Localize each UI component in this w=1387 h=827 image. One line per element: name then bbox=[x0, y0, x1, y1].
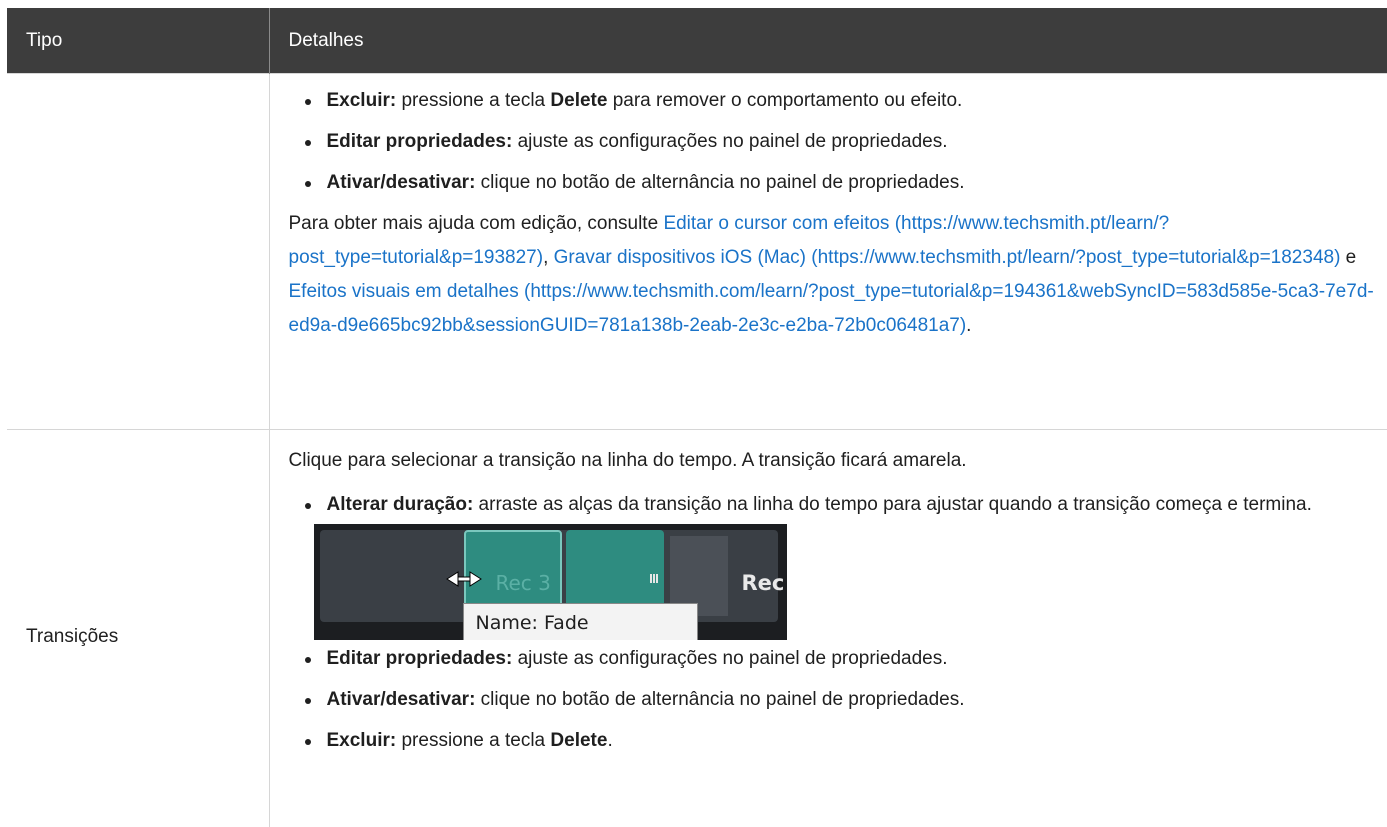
transition-tooltip: Name: Fade bbox=[462, 603, 698, 640]
list-item: Alterar duração: arraste as alças da tra… bbox=[304, 488, 1376, 522]
list-item: Excluir: pressione a tecla Delete para r… bbox=[304, 84, 1376, 118]
key-name: Delete bbox=[550, 730, 608, 751]
period: . bbox=[966, 315, 972, 336]
bullet-term: Excluir: bbox=[326, 730, 397, 751]
list-item: Excluir: pressione a tecla Delete. bbox=[304, 724, 1376, 758]
link-visual-effects-details[interactable]: Efeitos visuais em detalhes (https://www… bbox=[289, 281, 1374, 336]
bullet-text: . bbox=[607, 730, 613, 751]
bullet-list: Excluir: pressione a tecla Delete para r… bbox=[289, 84, 1376, 200]
list-item: Ativar/desativar: clique no botão de alt… bbox=[304, 166, 1376, 200]
table-header-row: Tipo Detalhes bbox=[7, 8, 1387, 74]
details-cell: Clique para selecionar a transição na li… bbox=[269, 429, 1387, 827]
timeline-screenshot: Rec 3 Rec Name: Fade bbox=[313, 524, 787, 640]
bullet-list: Editar propriedades: ajuste as configura… bbox=[289, 642, 1376, 758]
bullet-text: ajuste as configurações no painel de pro… bbox=[512, 648, 948, 669]
table-row: Excluir: pressione a tecla Delete para r… bbox=[7, 73, 1387, 430]
details-cell: Excluir: pressione a tecla Delete para r… bbox=[269, 73, 1387, 430]
bullet-text: para remover o comportamento ou efeito. bbox=[607, 90, 963, 111]
bullet-text: arraste as alças da transição na linha d… bbox=[473, 494, 1312, 515]
table-row: Transições Clique para selecionar a tran… bbox=[7, 429, 1387, 827]
bullet-list: Alterar duração: arraste as alças da tra… bbox=[289, 488, 1376, 522]
key-name: Delete bbox=[550, 90, 608, 111]
list-item: Ativar/desativar: clique no botão de alt… bbox=[304, 683, 1376, 717]
help-paragraph: Para obter mais ajuda com edição, consul… bbox=[289, 207, 1376, 343]
next-clip-label: Rec bbox=[741, 571, 785, 595]
details-table: Tipo Detalhes Excluir: pressione a tecla… bbox=[7, 8, 1387, 827]
bullet-text: clique no botão de alternância no painel… bbox=[475, 172, 965, 193]
bullet-text: pressione a tecla bbox=[396, 730, 551, 751]
help-intro: Para obter mais ajuda com edição, consul… bbox=[288, 213, 664, 234]
transitions-intro: Clique para selecionar a transição na li… bbox=[288, 450, 967, 471]
separator: e bbox=[1340, 247, 1357, 268]
list-item: Editar propriedades: ajuste as configura… bbox=[304, 642, 1376, 676]
horizontal-resize-cursor-icon bbox=[445, 571, 482, 587]
bullet-text: ajuste as configurações no painel de pro… bbox=[512, 131, 948, 152]
type-cell bbox=[7, 73, 270, 430]
bullet-term: Editar propriedades: bbox=[326, 648, 513, 669]
clip-label: Rec 3 bbox=[495, 571, 551, 595]
bullet-term: Alterar duração: bbox=[326, 494, 474, 515]
column-header-type: Tipo bbox=[7, 8, 270, 74]
bullet-text: clique no botão de alternância no painel… bbox=[475, 689, 965, 710]
type-cell-transitions: Transições bbox=[7, 429, 270, 827]
separator: , bbox=[543, 247, 554, 268]
bullet-term: Excluir: bbox=[326, 90, 397, 111]
bullet-term: Ativar/desativar: bbox=[326, 689, 476, 710]
bullet-text: pressione a tecla bbox=[396, 90, 551, 111]
page: Tipo Detalhes Excluir: pressione a tecla… bbox=[0, 0, 1387, 827]
clip-grip-icon bbox=[649, 574, 658, 583]
bullet-term: Ativar/desativar: bbox=[326, 172, 476, 193]
bullet-term: Editar propriedades: bbox=[326, 131, 513, 152]
column-header-details: Detalhes bbox=[269, 8, 1387, 74]
link-record-ios-devices[interactable]: Gravar dispositivos iOS (Mac) (https://w… bbox=[554, 247, 1341, 268]
list-item: Editar propriedades: ajuste as configura… bbox=[304, 125, 1376, 159]
